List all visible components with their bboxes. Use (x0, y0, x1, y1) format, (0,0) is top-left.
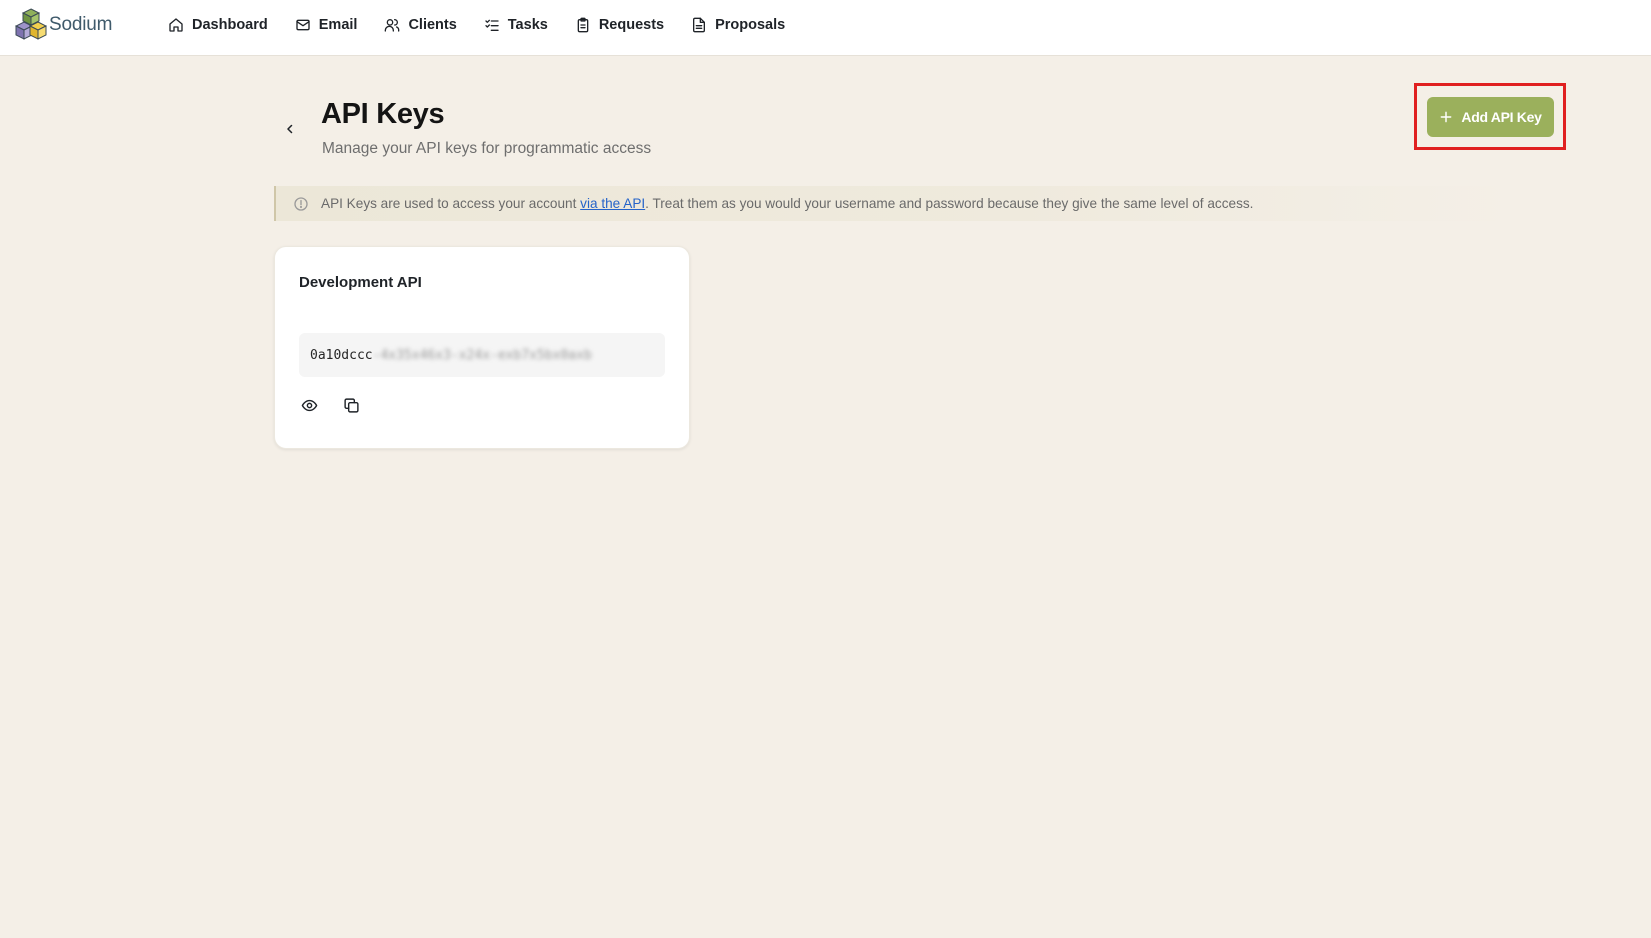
nav-item-label: Email (318, 17, 358, 33)
copy-key-button[interactable] (341, 395, 361, 415)
add-api-key-button[interactable]: Add API Key (1427, 97, 1554, 137)
nav-item-label: Clients (408, 17, 457, 33)
api-key-name: Development API (299, 274, 422, 291)
info-banner: API Keys are used to access your account… (274, 186, 1514, 221)
api-key-masked: -4x35x46x3-x24x-exb7x5bx0axb (372, 347, 592, 363)
info-text-after: . Treat them as you would your username … (645, 196, 1254, 211)
nav-item-tasks[interactable]: Tasks (484, 17, 548, 33)
chevron-left-icon (287, 124, 293, 134)
document-icon (693, 17, 706, 33)
checklist-icon (485, 19, 499, 31)
nav-item-email[interactable]: Email (295, 17, 358, 33)
top-navigation-bar: Sodium Dashboard Email Clients Tasks Req… (0, 0, 1651, 56)
api-key-actions (299, 395, 361, 415)
brand-logo[interactable]: Sodium (15, 8, 112, 42)
nav-item-requests[interactable]: Requests (575, 17, 664, 33)
clipboard-icon (577, 17, 589, 33)
add-api-key-label: Add API Key (1461, 109, 1542, 125)
mail-icon (296, 19, 310, 31)
users-icon (385, 19, 400, 32)
copy-icon (343, 397, 359, 413)
reveal-key-button[interactable] (299, 395, 319, 415)
nav-item-proposals[interactable]: Proposals (691, 17, 785, 33)
api-key-prefix: 0a10dccc (310, 347, 373, 363)
nav-item-clients[interactable]: Clients (384, 17, 457, 33)
api-key-card: Development API 0a10dccc -4x35x46x3-x24x-… (274, 246, 690, 449)
brand-name: Sodium (49, 14, 113, 35)
info-circle-icon (294, 197, 308, 211)
nav-item-label: Dashboard (192, 17, 268, 33)
info-banner-text: API Keys are used to access your account… (321, 196, 1253, 211)
back-button[interactable] (280, 119, 300, 139)
info-text-before: API Keys are used to access your account (321, 196, 581, 211)
plus-icon (1440, 111, 1452, 123)
page-title: API Keys (321, 98, 445, 130)
nav-item-label: Tasks (507, 17, 548, 33)
nav-item-label: Requests (598, 17, 665, 33)
cubes-logo-icon (15, 8, 47, 40)
eye-icon (301, 399, 317, 411)
api-key-value-field: 0a10dccc -4x35x46x3-x24x-exb7x5bx0axb (299, 333, 665, 377)
home-icon (169, 18, 183, 32)
via-the-api-link[interactable]: via the API (580, 196, 645, 211)
page-subtitle: Manage your API keys for programmatic ac… (322, 140, 652, 157)
nav-item-label: Proposals (715, 17, 786, 33)
main-nav: Dashboard Email Clients Tasks Requests P… (168, 0, 812, 50)
nav-item-dashboard[interactable]: Dashboard (168, 17, 268, 33)
